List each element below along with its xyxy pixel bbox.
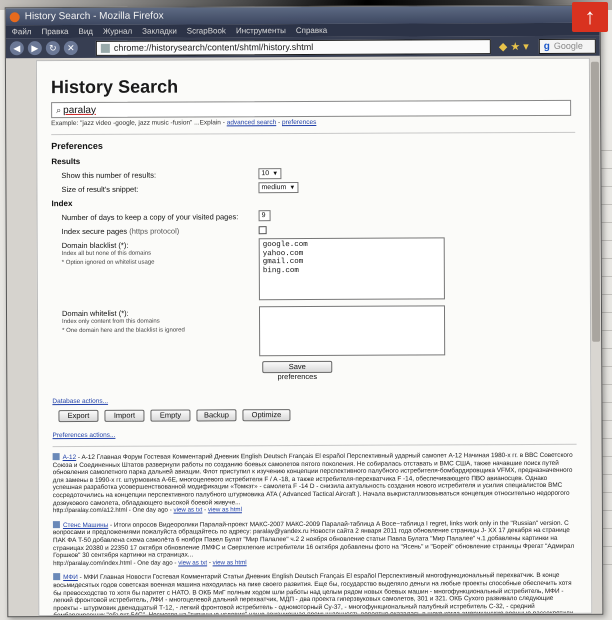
database-actions: Export Import Empty Backup Optimize [58, 408, 576, 423]
backup-button[interactable]: Backup [196, 409, 237, 422]
result-item: Стенс Машины - Итоги опросов Видеоролики… [52, 519, 577, 568]
num-results-value: 10 [261, 170, 270, 178]
result-title-link[interactable]: МФИ [63, 574, 78, 581]
menu-file[interactable]: Файл [12, 27, 32, 36]
preferences-actions-link[interactable]: Preferences actions... [53, 432, 116, 439]
history-search-input[interactable]: ⌕ paralay [51, 99, 572, 119]
result-when: - One day ago - [128, 506, 172, 514]
preferences-link[interactable]: preferences [282, 119, 316, 126]
view-as-html-link[interactable]: view as html [208, 506, 242, 513]
divider [52, 443, 577, 448]
whitelist-label: Domain whitelist (*): [61, 308, 129, 319]
menu-view[interactable]: Вид [78, 27, 93, 36]
advanced-search-link[interactable]: advanced search [227, 119, 277, 126]
menu-help[interactable]: Справка [296, 26, 327, 35]
blacklist-section: Domain blacklist (*): Index all but none… [52, 237, 576, 303]
chevron-down-icon: ▼ [272, 170, 279, 177]
database-actions-link[interactable]: Database actions... [52, 398, 108, 405]
result-item: МФИ - МФИ Главная Новости Гостевая Комме… [53, 571, 577, 616]
url-text: chrome://historysearch/content/shtml/his… [113, 41, 314, 53]
result-title-link[interactable]: A-12 [63, 454, 77, 461]
secure-pages-label: Index secure pages [61, 226, 128, 237]
forward-button[interactable]: ▶ [27, 41, 42, 56]
arrow-up-icon: ↑ [572, 2, 608, 32]
empty-button[interactable]: Empty [150, 409, 191, 422]
whitelist-section: Domain whitelist (*): Index only content… [52, 305, 576, 362]
page-title: History Search [50, 76, 179, 98]
page-favicon-icon [52, 520, 60, 528]
result-when: - One day ago - [133, 559, 177, 567]
keep-days-value: 9 [261, 212, 266, 220]
dropdown-icon[interactable]: ▾ [523, 40, 529, 53]
menu-tools[interactable]: Инструменты [236, 26, 286, 35]
optimize-button[interactable]: Optimize [242, 409, 291, 422]
google-icon: g [543, 40, 550, 52]
result-title-link[interactable]: Стенс Машины [63, 522, 108, 529]
keep-days-label: Number of days to keep a copy of your vi… [61, 212, 239, 223]
secure-pages-label-wrap: Index secure pages (https protocol) [62, 227, 180, 237]
blacklist-textarea[interactable]: google.com yahoo.com gmail.com bing.com [258, 237, 445, 301]
page-content: History Search ⌕ paralay Example: "jazz … [35, 57, 593, 617]
view-as-txt-link[interactable]: view as txt [173, 507, 202, 514]
snippet-size-select[interactable]: medium ▼ [258, 182, 299, 194]
menu-history[interactable]: Журнал [103, 27, 132, 36]
vertical-scrollbar[interactable] [589, 57, 603, 614]
page-icon [100, 43, 110, 53]
url-bar[interactable]: chrome://historysearch/content/shtml/his… [95, 38, 491, 56]
browser-window: History Search - Mozilla Firefox Файл Пр… [4, 4, 604, 618]
blacklist-label: Domain blacklist (*): [61, 240, 129, 251]
page-favicon-icon [52, 453, 60, 461]
results-heading: Results [51, 156, 81, 167]
chevron-down-icon: ▼ [289, 184, 296, 191]
secure-pages-checkbox[interactable] [258, 226, 267, 235]
view-as-html-link[interactable]: view as html [213, 559, 247, 566]
window-title: History Search - Mozilla Firefox [24, 10, 164, 23]
search-query: paralay [63, 104, 97, 116]
web-search-box[interactable]: g Google [538, 38, 596, 54]
snippet-size-row: Size of result's snippet: medium ▼ [51, 181, 575, 197]
result-snippet: - Итоги опросов Видеоролики Паралай-прое… [52, 519, 575, 560]
menu-bookmarks[interactable]: Закладки [142, 27, 177, 36]
rss-icon[interactable]: ◆ [499, 40, 508, 53]
web-search-placeholder: Google [553, 40, 583, 51]
firefox-icon [9, 11, 20, 22]
whitelist-textarea[interactable] [258, 305, 446, 357]
page-favicon-icon [53, 573, 61, 581]
divider [51, 131, 576, 136]
example-text: Example: "jazz video -google, jazz music… [51, 119, 225, 128]
save-preferences-button[interactable]: Save preferences [262, 360, 333, 381]
preferences-heading: Preferences [51, 140, 103, 152]
result-snippet: - МФИ Главная Новости Гостевая Комментар… [53, 572, 574, 617]
result-meta: http://paralay.com/index.html - One day … [53, 558, 247, 567]
stop-button[interactable]: ✕ [63, 40, 78, 56]
result-item: A-12 - A-12 Главная Форум Гостевая Комме… [52, 451, 577, 515]
num-results-label: Show this number of results: [61, 170, 157, 181]
star-icon[interactable]: ★ [510, 40, 520, 53]
result-url: http://paralay.com/a12.html [52, 506, 128, 515]
result-snippet: - A-12 Главная Форум Гостевая Комментари… [52, 451, 573, 507]
export-button[interactable]: Export [58, 409, 99, 423]
snippet-size-label: Size of result's snippet: [61, 184, 139, 195]
import-button[interactable]: Import [104, 409, 145, 422]
result-meta: http://paralay.com/a12.html - One day ag… [52, 506, 242, 515]
save-row: Save preferences [52, 360, 576, 385]
navigation-toolbar: ◀ ▶ ↻ ✕ chrome://historysearch/content/s… [5, 35, 600, 59]
menu-scrapbook[interactable]: ScrapBook [187, 26, 226, 35]
secure-pages-note: (https protocol) [129, 226, 180, 236]
result-url: http://paralay.com/index.html [53, 559, 132, 567]
reload-button[interactable]: ↻ [45, 41, 60, 56]
url-bar-icons: ◆ ★ ▾ [499, 40, 529, 53]
index-heading: Index [51, 199, 73, 209]
keep-days-input[interactable]: 9 [258, 210, 271, 222]
back-button[interactable]: ◀ [9, 41, 24, 56]
view-as-txt-link[interactable]: view as txt [178, 559, 207, 566]
search-example: Example: "jazz video -google, jazz music… [51, 118, 317, 128]
search-icon: ⌕ [56, 104, 62, 115]
num-results-select[interactable]: 10 ▼ [258, 168, 282, 180]
snippet-size-value: medium [261, 184, 287, 192]
menu-edit[interactable]: Правка [41, 27, 68, 36]
scrollbar-thumb[interactable] [590, 61, 601, 342]
